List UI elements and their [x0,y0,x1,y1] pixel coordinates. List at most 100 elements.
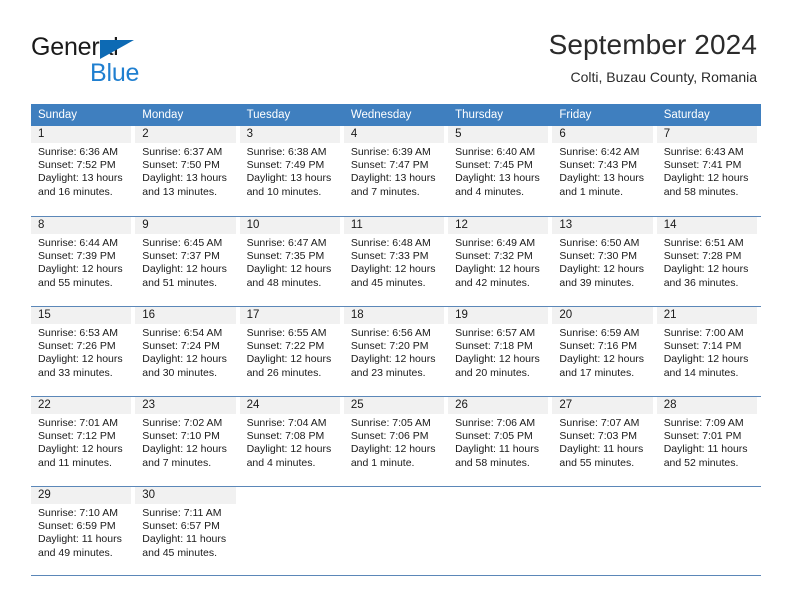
page-title: September 2024 [548,29,757,60]
day-info: Sunrise: 6:53 AM Sunset: 7:26 PM Daylight:… [31,324,131,380]
day-cell-18[interactable]: 18 Sunrise: 6:56 AM Sunset: 7:20 PM Dayligh… [343,307,448,396]
sunset-text: Sunset: 7:28 PM [663,250,742,263]
weekday-header-friday: Friday [559,109,592,121]
day-cell-23[interactable]: 23 Sunrise: 7:02 AM Sunset: 7:10 PM Dayligh… [135,397,239,486]
logo-text-blue: Blue [90,59,140,87]
day-number-band: 20 [552,307,653,324]
day-info: Sunrise: 6:47 AM Sunset: 7:35 PM Daylight:… [240,234,340,290]
day-info: Sunrise: 7:06 AM Sunset: 7:05 PM Daylight:… [448,414,548,470]
day-cell-14[interactable]: 14 Sunrise: 6:51 AM Sunset: 7:28 PM Dayligh… [656,217,761,306]
day-number: 25 [350,399,364,411]
day-number: 9 [142,219,149,231]
sunrise-text: Sunrise: 6:57 AM [455,327,536,339]
day-cell-empty [657,487,761,575]
day-number: 8 [38,219,45,231]
day-cell-27[interactable]: 27 Sunrise: 7:07 AM Sunset: 7:03 PM Dayligh… [552,397,656,486]
day-number-band: 3 [239,126,340,143]
daylight-text: Daylight: 12 hours and 30 minutes. [142,353,227,379]
day-cell-3[interactable]: 3 Sunrise: 6:38 AM Sunset: 7:49 PM Daylight… [239,126,344,216]
day-number-band: 29 [31,487,132,504]
day-number-band: 15 [31,307,132,324]
day-number: 10 [246,219,260,231]
day-info: Sunrise: 6:56 AM Sunset: 7:20 PM Daylight:… [344,324,444,380]
sunset-text: Sunset: 7:16 PM [559,340,638,353]
daylight-text: Daylight: 13 hours and 7 minutes. [350,172,436,198]
day-cell-29[interactable]: 29 Sunrise: 7:10 AM Sunset: 6:59 PM Dayligh… [31,487,135,575]
day-number: 17 [246,309,260,321]
day-cell-17[interactable]: 17 Sunrise: 6:55 AM Sunset: 7:22 PM Dayligh… [239,307,344,396]
day-cell-2[interactable]: 2 Sunrise: 6:37 AM Sunset: 7:50 PM Daylight… [135,126,239,216]
day-info: Sunrise: 6:37 AM Sunset: 7:50 PM Daylight:… [135,143,235,199]
day-cell-26[interactable]: 26 Sunrise: 7:06 AM Sunset: 7:05 PM Dayligh… [448,397,552,486]
day-number-band [240,487,340,504]
day-cell-empty [552,487,656,575]
sunset-text: Sunset: 7:37 PM [142,250,220,263]
sunrise-text: Sunrise: 6:54 AM [142,327,223,339]
daylight-text: Daylight: 12 hours and 33 minutes. [38,353,123,379]
day-cell-5[interactable]: 5 Sunrise: 6:40 AM Sunset: 7:45 PM Daylight… [448,126,552,216]
day-number-band: 7 [656,126,757,143]
sunrise-text: Sunrise: 6:43 AM [663,146,744,158]
day-number: 4 [350,128,358,140]
daylight-text: Daylight: 12 hours and 45 minutes. [350,263,436,289]
sunrise-text: Sunrise: 6:39 AM [350,146,431,158]
day-number: 19 [455,309,468,321]
sunset-text: Sunset: 7:06 PM [350,430,429,443]
sunrise-text: Sunrise: 6:44 AM [38,237,118,249]
daylight-text: Daylight: 11 hours and 55 minutes. [559,443,644,469]
day-number-band: 19 [448,307,549,324]
sunrise-text: Sunrise: 7:02 AM [142,417,223,429]
day-info: Sunrise: 6:54 AM Sunset: 7:24 PM Daylight:… [135,324,235,380]
day-cell-9[interactable]: 9 Sunrise: 6:45 AM Sunset: 7:37 PM Daylight… [135,217,239,306]
day-cell-12[interactable]: 12 Sunrise: 6:49 AM Sunset: 7:32 PM Dayligh… [448,217,552,306]
day-info: Sunrise: 6:44 AM Sunset: 7:39 PM Daylight:… [31,234,131,290]
day-cell-11[interactable]: 11 Sunrise: 6:48 AM Sunset: 7:33 PM Dayligh… [343,217,448,306]
daylight-text: Daylight: 13 hours and 4 minutes. [455,172,540,198]
daylight-text: Daylight: 11 hours and 45 minutes. [142,533,227,559]
day-number-band: 30 [135,487,236,504]
day-cell-6[interactable]: 6 Sunrise: 6:42 AM Sunset: 7:43 PM Daylight… [552,126,656,216]
day-number-band: 25 [343,397,445,414]
daylight-text: Daylight: 11 hours and 49 minutes. [38,533,122,559]
day-number-band: 23 [135,397,236,414]
day-cell-15[interactable]: 15 Sunrise: 6:53 AM Sunset: 7:26 PM Dayligh… [31,307,135,396]
page-subtitle: Colti, Buzau County, Romania [570,69,758,85]
day-info: Sunrise: 6:48 AM Sunset: 7:33 PM Daylight:… [344,234,444,290]
day-number: 26 [455,399,468,411]
daylight-text: Daylight: 11 hours and 52 minutes. [663,443,748,469]
day-info: Sunrise: 6:51 AM Sunset: 7:28 PM Daylight:… [657,234,757,290]
day-cell-10[interactable]: 10 Sunrise: 6:47 AM Sunset: 7:35 PM Dayligh… [239,217,344,306]
day-number-band: 14 [656,217,757,234]
day-cell-7[interactable]: 7 Sunrise: 6:43 AM Sunset: 7:41 PM Daylight… [656,126,761,216]
day-number-band: 26 [448,397,549,414]
sunrise-text: Sunrise: 7:00 AM [663,327,744,339]
day-cell-19[interactable]: 19 Sunrise: 6:57 AM Sunset: 7:18 PM Dayligh… [448,307,552,396]
sunrise-text: Sunrise: 7:05 AM [350,417,431,429]
day-number: 30 [142,489,156,501]
day-cell-30[interactable]: 30 Sunrise: 7:11 AM Sunset: 6:57 PM Dayligh… [135,487,239,575]
day-number: 29 [38,489,51,501]
day-cell-1[interactable]: 1 Sunrise: 6:36 AM Sunset: 7:52 PM Daylight… [31,126,135,216]
day-cell-8[interactable]: 8 Sunrise: 6:44 AM Sunset: 7:39 PM Daylight… [31,217,135,306]
day-number-band: 6 [552,126,653,143]
day-cell-16[interactable]: 16 Sunrise: 6:54 AM Sunset: 7:24 PM Dayligh… [135,307,239,396]
day-cell-24[interactable]: 24 Sunrise: 7:04 AM Sunset: 7:08 PM Dayligh… [239,397,344,486]
calendar-week-row: 15 Sunrise: 6:53 AM Sunset: 7:26 PM Dayligh… [31,306,761,396]
sunrise-text: Sunrise: 6:40 AM [455,146,536,158]
day-info: Sunrise: 7:07 AM Sunset: 7:03 PM Daylight:… [552,414,652,470]
day-cell-20[interactable]: 20 Sunrise: 6:59 AM Sunset: 7:16 PM Dayligh… [552,307,656,396]
day-info: Sunrise: 6:49 AM Sunset: 7:32 PM Daylight:… [448,234,548,290]
day-cell-25[interactable]: 25 Sunrise: 7:05 AM Sunset: 7:06 PM Dayligh… [343,397,448,486]
day-number-band: 21 [656,307,757,324]
day-cell-22[interactable]: 22 Sunrise: 7:01 AM Sunset: 7:12 PM Dayligh… [31,397,135,486]
day-cell-21[interactable]: 21 Sunrise: 7:00 AM Sunset: 7:14 PM Dayligh… [656,307,761,396]
day-cell-4[interactable]: 4 Sunrise: 6:39 AM Sunset: 7:47 PM Daylight… [343,126,448,216]
day-info: Sunrise: 7:04 AM Sunset: 7:08 PM Daylight:… [240,414,340,470]
day-number-band: 17 [239,307,340,324]
day-info: Sunrise: 6:59 AM Sunset: 7:16 PM Daylight:… [552,324,652,380]
daylight-text: Daylight: 11 hours and 58 minutes. [455,443,539,469]
general-blue-logo[interactable]: General Blue [31,33,261,89]
day-number-band: 2 [135,126,236,143]
day-cell-28[interactable]: 28 Sunrise: 7:09 AM Sunset: 7:01 PM Dayligh… [656,397,761,486]
day-cell-13[interactable]: 13 Sunrise: 6:50 AM Sunset: 7:30 PM Dayligh… [552,217,656,306]
